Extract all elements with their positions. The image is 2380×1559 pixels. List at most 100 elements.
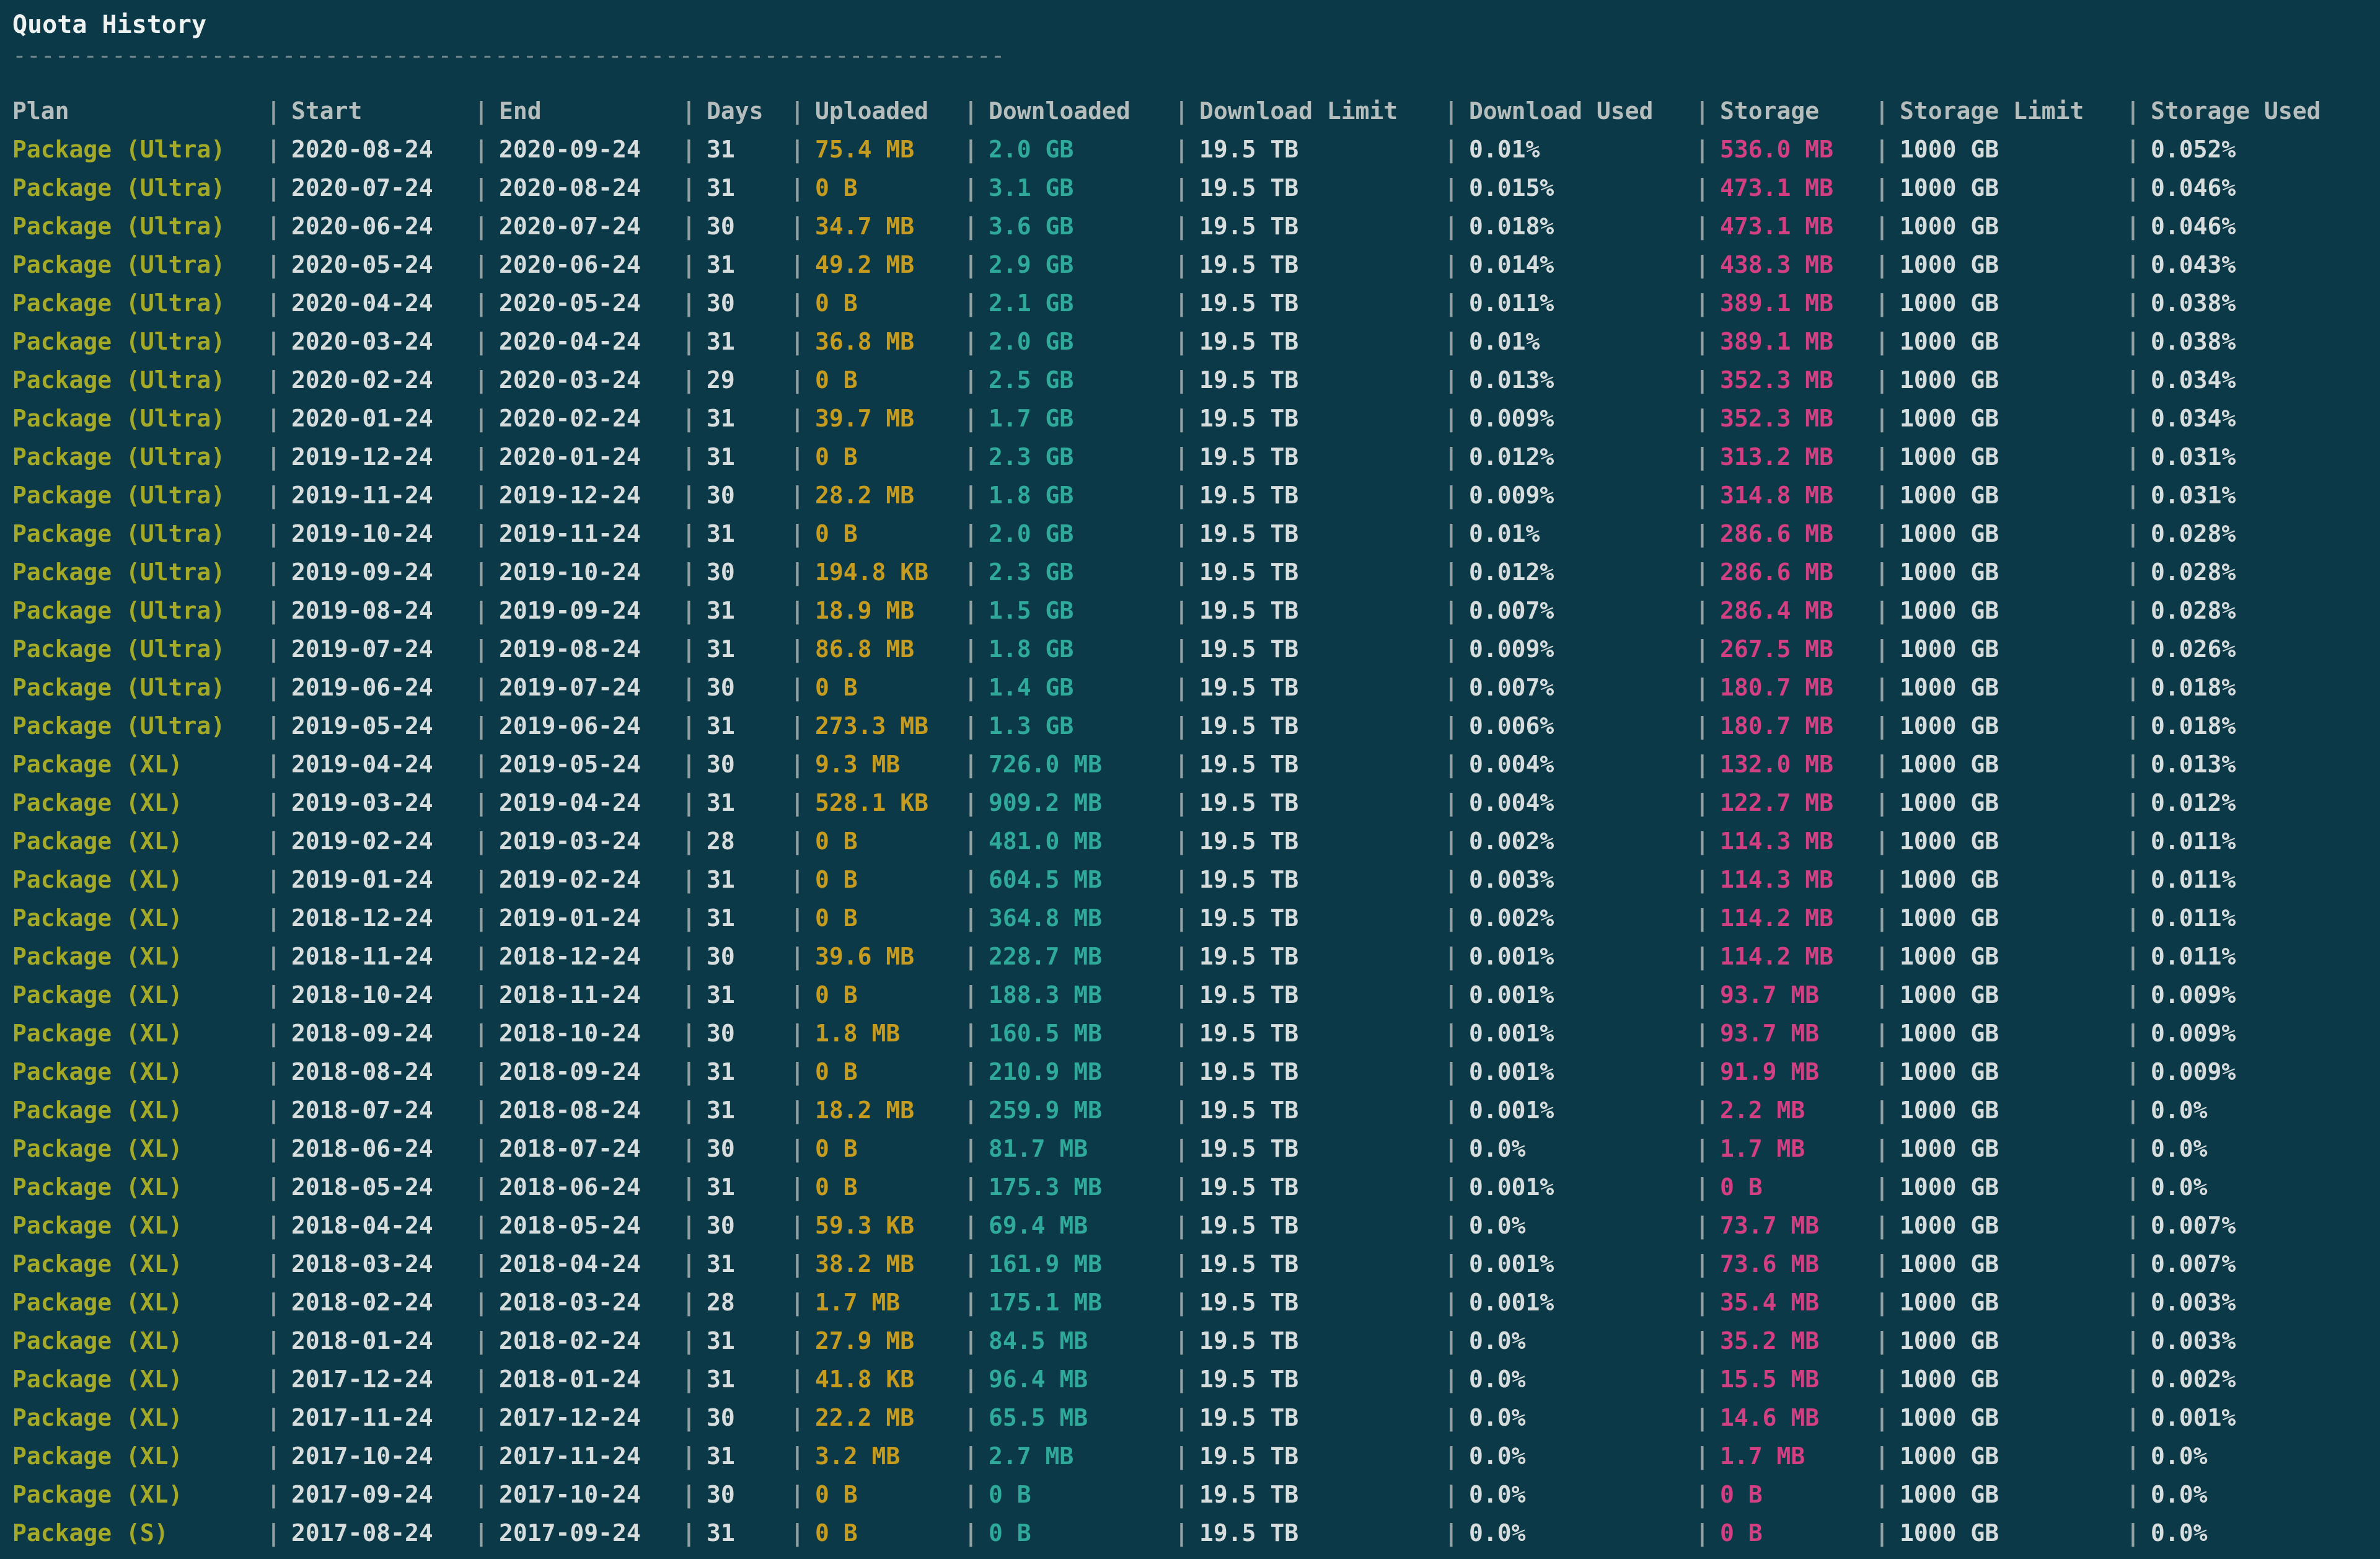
- cell-storage: 91.9 MB: [1720, 1058, 1820, 1085]
- cell-storage: 35.4 MB: [1720, 1289, 1820, 1316]
- column-separator: |: [1444, 1173, 1458, 1201]
- column-separator: |: [474, 559, 488, 586]
- column-separator: |: [1695, 482, 1709, 509]
- column-separator: |: [1444, 1097, 1458, 1124]
- cell-download-limit: 19.5 TB: [1199, 635, 1299, 663]
- cell-storage-used: 0.046%: [2151, 174, 2236, 201]
- cell-start-date: 2019-09-24: [291, 559, 433, 586]
- cell-plan: Package (XL): [12, 1020, 183, 1047]
- cell-storage-used: 0.028%: [2151, 597, 2236, 624]
- table-row: Package (XL) | 2019-01-24 | 2019-02-24 | 31 | 0 …: [12, 860, 2380, 899]
- column-separator: |: [1695, 97, 1709, 125]
- column-separator: |: [790, 712, 804, 740]
- column-separator: |: [1695, 213, 1709, 240]
- column-separator: |: [267, 866, 281, 893]
- column-separator: |: [474, 866, 488, 893]
- cell-downloaded: 161.9 MB: [989, 1250, 1103, 1278]
- cell-end-date: 2018-08-24: [499, 1097, 641, 1124]
- column-separator: |: [1695, 328, 1709, 355]
- cell-start-date: 2019-01-24: [291, 866, 433, 893]
- cell-uploaded: 0 B: [815, 981, 858, 1009]
- cell-days: 31: [707, 1327, 735, 1354]
- column-separator: |: [1175, 674, 1189, 701]
- column-separator: |: [964, 828, 978, 855]
- column-separator: |: [964, 1404, 978, 1431]
- column-separator: |: [1444, 251, 1458, 278]
- cell-storage-limit: 1000 GB: [1900, 751, 1999, 778]
- cell-storage-limit: 1000 GB: [1900, 1404, 1999, 1431]
- column-separator: |: [2126, 366, 2140, 394]
- column-separator: |: [2126, 1020, 2140, 1047]
- cell-downloaded: 160.5 MB: [989, 1020, 1103, 1047]
- cell-download-limit: 19.5 TB: [1199, 943, 1299, 970]
- cell-storage-limit: 1000 GB: [1900, 443, 1999, 470]
- cell-download-limit: 19.5 TB: [1199, 828, 1299, 855]
- cell-storage-limit: 1000 GB: [1900, 597, 1999, 624]
- column-separator: |: [964, 1250, 978, 1278]
- column-separator: |: [682, 1173, 696, 1201]
- cell-plan: Package (XL): [12, 866, 183, 893]
- table-row: Package (Ultra) | 2020-02-24 | 2020-03-24 | 29…: [12, 361, 2380, 399]
- cell-download-limit: 19.5 TB: [1199, 1481, 1299, 1508]
- column-separator: |: [682, 520, 696, 547]
- table-row: Package (Ultra) | 2020-03-24 | 2020-04-24 | 31…: [12, 322, 2380, 361]
- column-separator: |: [267, 751, 281, 778]
- column-separator: |: [1875, 1020, 1889, 1047]
- column-separator: |: [2126, 1366, 2140, 1393]
- cell-start-date: 2019-02-24: [291, 828, 433, 855]
- column-separator: |: [1175, 1481, 1189, 1508]
- cell-storage: 1.7 MB: [1720, 1135, 1805, 1162]
- cell-downloaded: 0 B: [989, 1519, 1031, 1547]
- column-separator: |: [1444, 1404, 1458, 1431]
- cell-uploaded: 0 B: [815, 1135, 858, 1162]
- cell-days: 31: [707, 1173, 735, 1201]
- cell-storage-limit: 1000 GB: [1900, 482, 1999, 509]
- cell-downloaded: 2.0 GB: [989, 520, 1074, 547]
- cell-download-used: 0.001%: [1469, 1020, 1554, 1047]
- cell-storage-limit: 1000 GB: [1900, 366, 1999, 394]
- column-separator: |: [964, 1020, 978, 1047]
- cell-end-date: 2019-07-24: [499, 674, 641, 701]
- column-separator: |: [1175, 1097, 1189, 1124]
- column-separator: |: [1175, 328, 1189, 355]
- cell-days: 31: [707, 520, 735, 547]
- column-separator: |: [964, 520, 978, 547]
- column-separator: |: [1875, 1481, 1889, 1508]
- cell-storage-limit: 1000 GB: [1900, 213, 1999, 240]
- column-separator: |: [682, 213, 696, 240]
- column-separator: |: [1875, 136, 1889, 163]
- cell-storage-limit: 1000 GB: [1900, 1020, 1999, 1047]
- column-separator: |: [682, 174, 696, 201]
- cell-end-date: 2019-02-24: [499, 866, 641, 893]
- column-separator: |: [682, 674, 696, 701]
- column-separator: |: [2126, 482, 2140, 509]
- cell-storage-limit: 1000 GB: [1900, 1327, 1999, 1354]
- cell-download-used: 0.012%: [1469, 559, 1554, 586]
- cell-end-date: 2018-07-24: [499, 1135, 641, 1162]
- table-row: Package (XL) | 2018-08-24 | 2018-09-24 | 31 | 0 …: [12, 1053, 2380, 1091]
- column-separator: |: [1875, 1250, 1889, 1278]
- page-title: Quota History: [12, 11, 207, 39]
- cell-storage-limit: 1000 GB: [1900, 1250, 1999, 1278]
- column-separator: |: [1444, 712, 1458, 740]
- cell-end-date: 2020-07-24: [499, 213, 641, 240]
- column-separator: |: [790, 1097, 804, 1124]
- column-separator: |: [267, 443, 281, 470]
- cell-days: 28: [707, 1289, 735, 1316]
- cell-uploaded: 0 B: [815, 904, 858, 932]
- column-separator: |: [1875, 828, 1889, 855]
- cell-uploaded: 194.8 KB: [815, 559, 929, 586]
- column-separator: |: [1695, 1250, 1709, 1278]
- table-row: Package (Ultra) | 2019-10-24 | 2019-11-24 | 31…: [12, 515, 2380, 553]
- cell-storage: 122.7 MB: [1720, 789, 1834, 816]
- cell-end-date: 2018-12-24: [499, 943, 641, 970]
- cell-plan: Package (XL): [12, 943, 183, 970]
- column-separator: |: [267, 1519, 281, 1547]
- column-separator: |: [474, 943, 488, 970]
- cell-end-date: 2020-04-24: [499, 328, 641, 355]
- cell-days: 31: [707, 712, 735, 740]
- cell-start-date: 2020-08-24: [291, 136, 433, 163]
- column-separator: |: [474, 1481, 488, 1508]
- cell-start-date: 2018-02-24: [291, 1289, 433, 1316]
- cell-download-used: 0.01%: [1469, 136, 1540, 163]
